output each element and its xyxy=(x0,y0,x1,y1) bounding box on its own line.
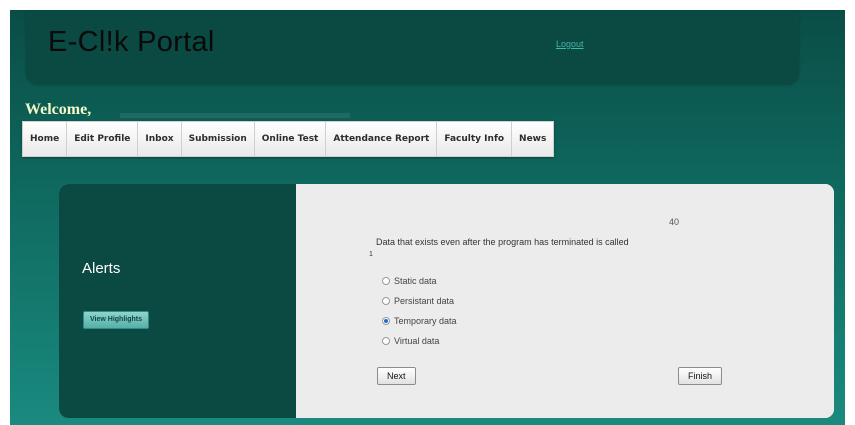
content-card: Alerts View Highlights 40 1 Data that ex… xyxy=(59,184,834,418)
question-text: Data that exists even after the program … xyxy=(376,237,629,247)
nav-inbox[interactable]: Inbox xyxy=(138,122,182,156)
question-number: 1 xyxy=(369,251,373,258)
alerts-title: Alerts xyxy=(82,260,121,277)
main-navbar: Home Edit Profile Inbox Submission Onlin… xyxy=(22,121,555,157)
alerts-sidebar: Alerts View Highlights xyxy=(59,184,296,418)
nav-news[interactable]: News xyxy=(512,122,554,156)
page-background: E-Cl!k Portal Logout Welcome, Home Edit … xyxy=(10,10,845,425)
nav-online-test[interactable]: Online Test xyxy=(254,122,327,156)
view-highlights-button[interactable]: View Highlights xyxy=(83,311,149,329)
option-label: Virtual data xyxy=(394,336,440,346)
timer-value: 40 xyxy=(669,217,680,227)
header-panel: E-Cl!k Portal Logout xyxy=(26,10,799,84)
logout-link[interactable]: Logout xyxy=(556,39,584,49)
option-temporary-data[interactable]: Temporary data xyxy=(382,311,457,331)
radio-icon[interactable] xyxy=(382,337,390,345)
option-persistant-data[interactable]: Persistant data xyxy=(382,291,457,311)
nav-home[interactable]: Home xyxy=(23,122,68,156)
nav-faculty-info[interactable]: Faculty Info xyxy=(437,122,513,156)
nav-edit-profile[interactable]: Edit Profile xyxy=(67,122,139,156)
quiz-panel: 40 1 Data that exists even after the pro… xyxy=(296,184,834,418)
option-label: Static data xyxy=(394,276,437,286)
answer-options: Static data Persistant data Temporary da… xyxy=(382,271,457,351)
finish-button[interactable]: Finish xyxy=(678,367,723,385)
nav-attendance-report[interactable]: Attendance Report xyxy=(326,122,438,156)
option-label: Temporary data xyxy=(394,316,457,326)
nav-submission[interactable]: Submission xyxy=(181,122,255,156)
portal-title: E-Cl!k Portal xyxy=(48,26,215,58)
radio-icon[interactable] xyxy=(382,277,390,285)
welcome-user-name xyxy=(120,113,350,118)
welcome-text: Welcome, xyxy=(25,101,92,118)
radio-icon[interactable] xyxy=(382,297,390,305)
next-button[interactable]: Next xyxy=(377,367,416,385)
radio-selected-icon[interactable] xyxy=(382,317,390,325)
option-label: Persistant data xyxy=(394,296,455,306)
option-virtual-data[interactable]: Virtual data xyxy=(382,331,457,351)
option-static-data[interactable]: Static data xyxy=(382,271,457,291)
